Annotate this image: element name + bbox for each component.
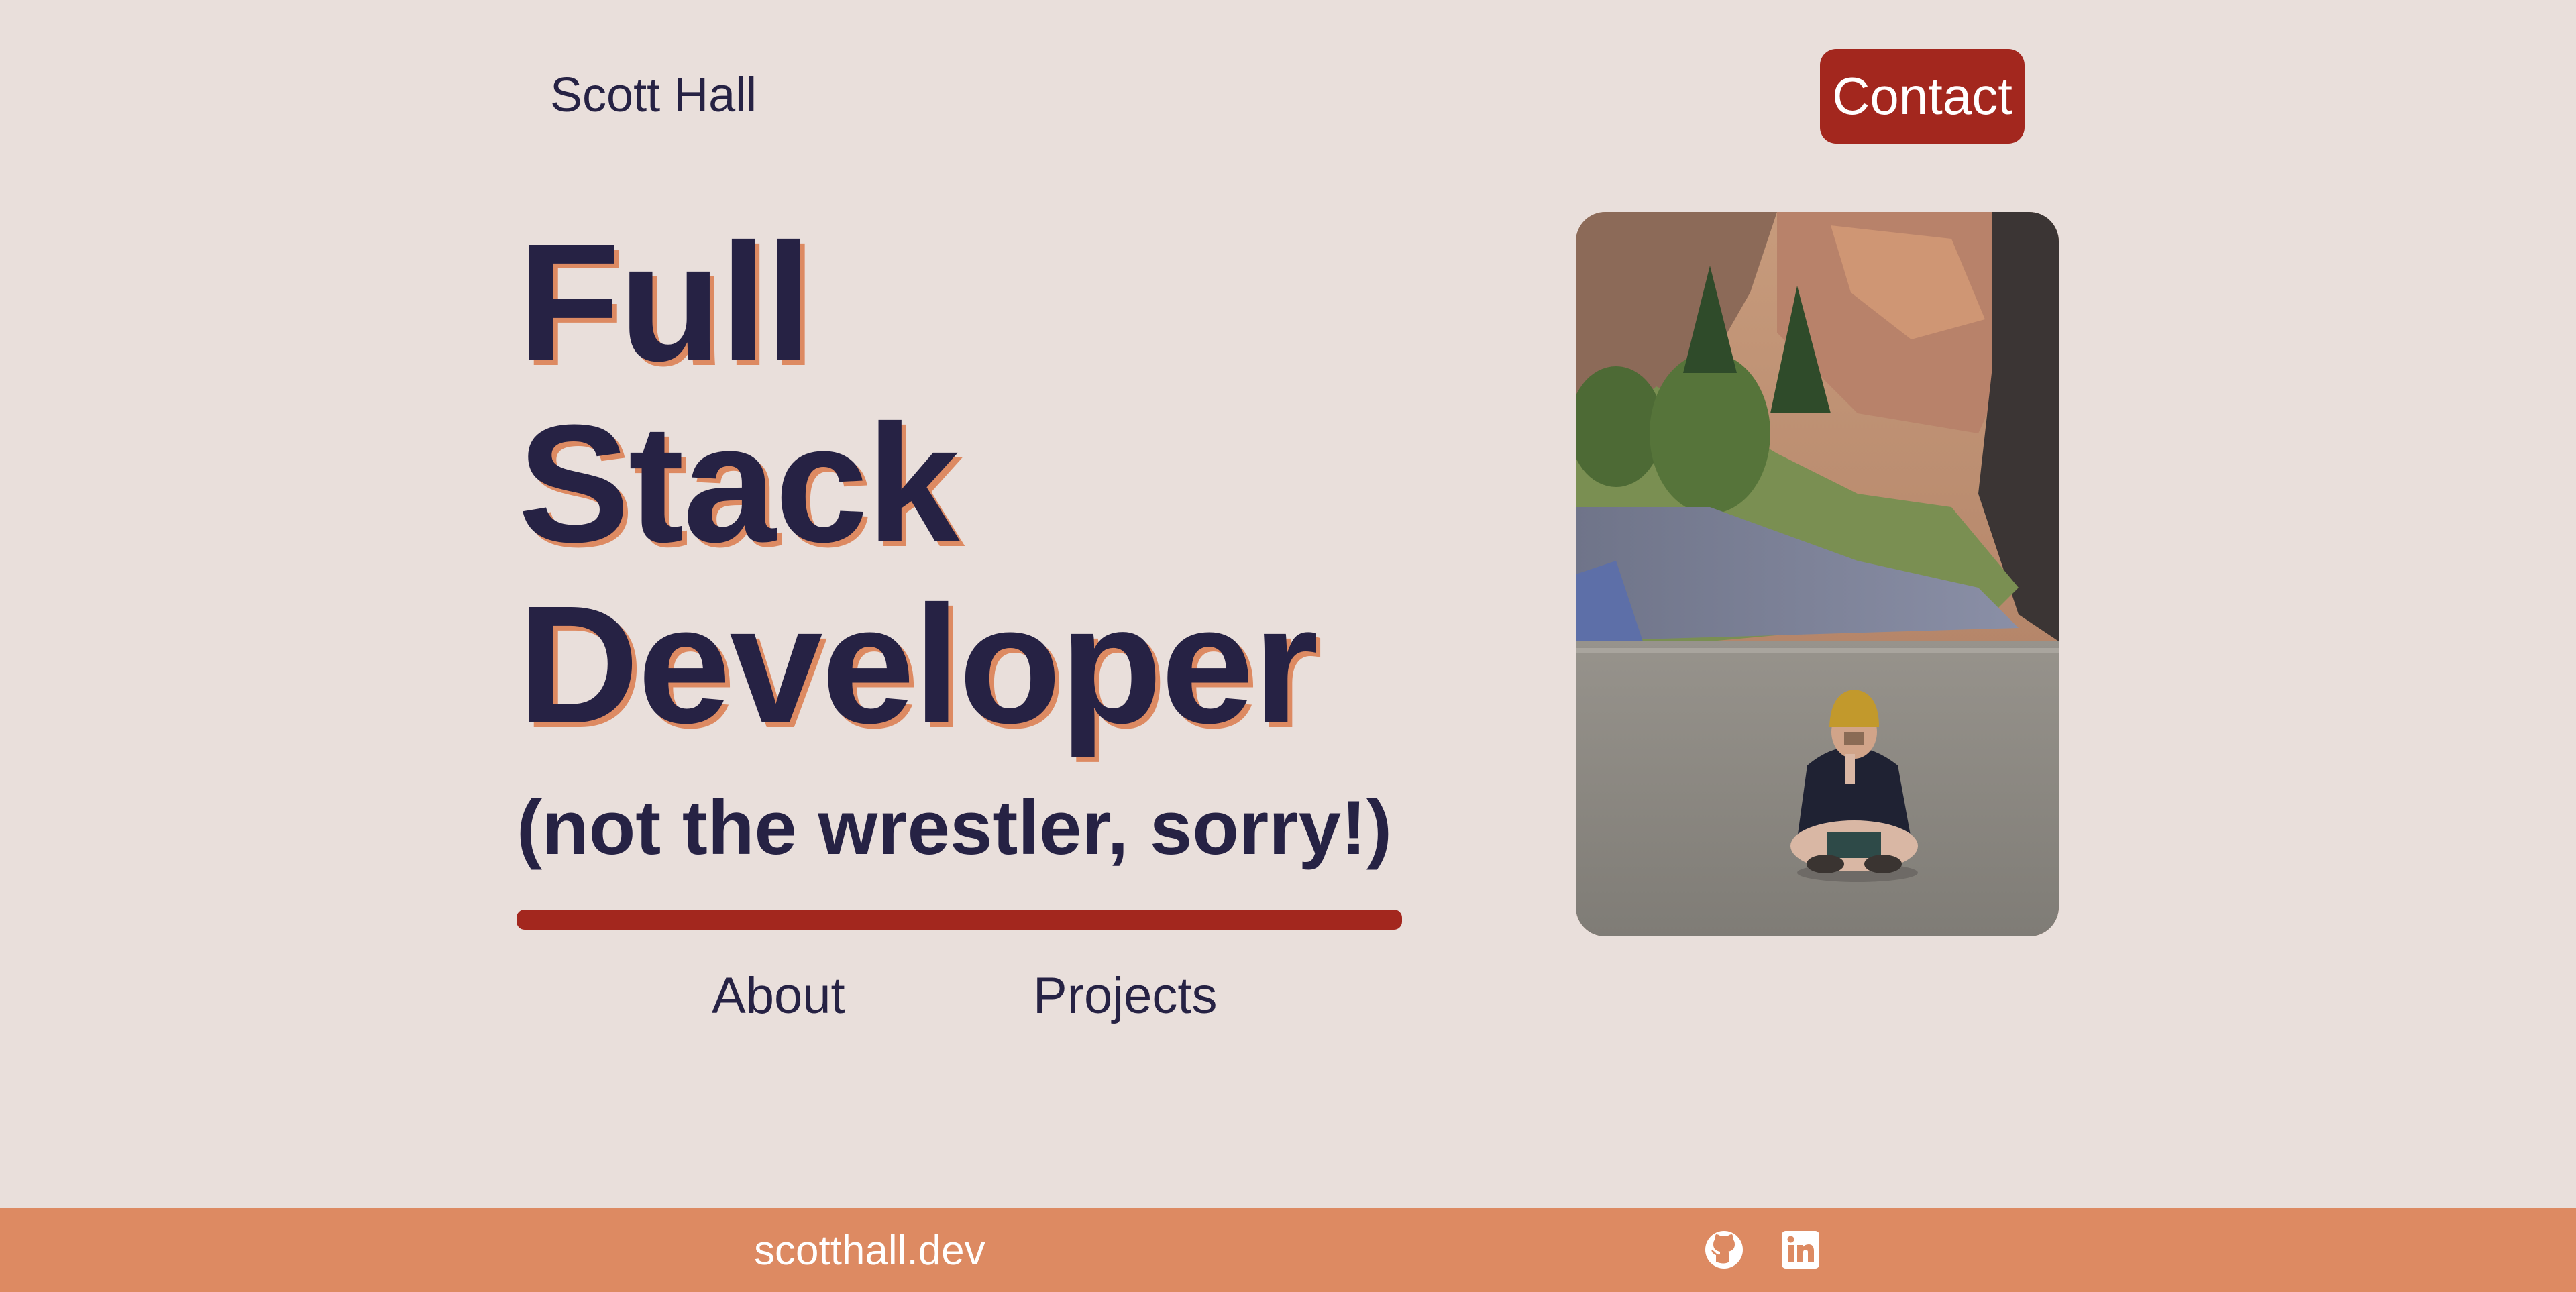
accent-divider <box>517 910 1402 930</box>
portrait-photo <box>1576 212 2059 936</box>
site-brand[interactable]: Scott Hall <box>550 64 757 126</box>
github-icon[interactable] <box>1703 1228 1746 1271</box>
contact-button[interactable]: Contact <box>1820 49 2025 144</box>
site-footer: scotthall.dev <box>0 1208 2576 1292</box>
footer-domain[interactable]: scotthall.dev <box>754 1227 985 1275</box>
nav-link-about[interactable]: About <box>712 966 845 1026</box>
headline-line-3: Developer <box>518 571 1318 758</box>
linkedin-icon[interactable] <box>1779 1228 1822 1271</box>
hero-headline: Full Stack Developer <box>518 209 1318 758</box>
headline-line-1: Full <box>518 209 812 396</box>
hero-tagline: (not the wrestler, sorry!) <box>517 786 1392 871</box>
nav-link-projects[interactable]: Projects <box>1033 966 1218 1026</box>
headline-line-2: Stack <box>518 390 960 577</box>
